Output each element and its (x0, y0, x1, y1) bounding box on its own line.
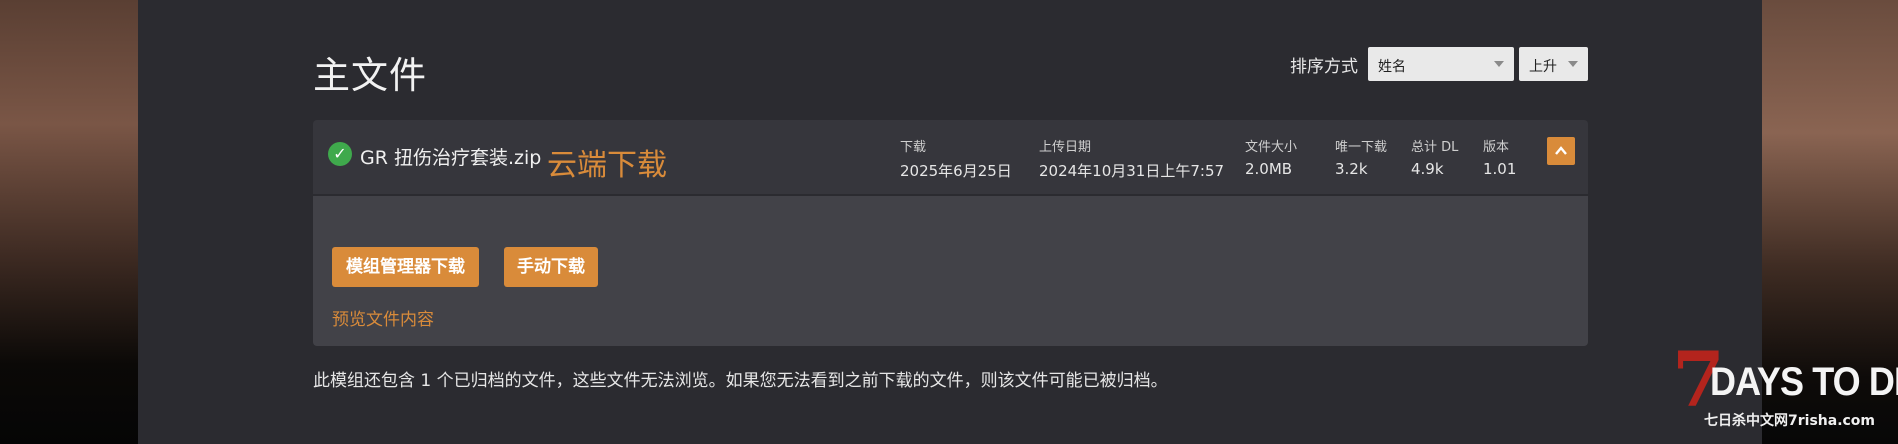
sort-order-select[interactable]: 上升 (1519, 47, 1588, 81)
meta-uploaded: 上传日期 2024年10月31日上午7:57 (1039, 136, 1224, 181)
meta-value: 1.01 (1483, 160, 1517, 178)
archived-files-note: 此模组还包含 1 个已归档的文件，这些文件无法浏览。如果您无法看到之前下载的文件… (313, 371, 1168, 391)
preview-file-contents-link[interactable]: 预览文件内容 (332, 305, 434, 330)
caret-down-icon (1494, 61, 1504, 67)
caret-down-icon (1568, 61, 1578, 67)
meta-label: 版本 (1483, 140, 1510, 155)
check-circle-icon: ✓ (328, 142, 352, 166)
chevron-up-icon (1555, 146, 1567, 155)
background-left-art (0, 0, 138, 444)
watermark-days-to-die: DAYS TO DIE (1710, 360, 1898, 404)
manual-download-button[interactable]: 手动下载 (504, 247, 598, 287)
meta-version: 版本 1.01 (1483, 136, 1516, 178)
page-title: 主文件 (313, 54, 427, 97)
meta-label: 总计 DL (1411, 140, 1459, 155)
watermark-site-name: 七日杀中文网7risha.com (1704, 413, 1876, 429)
meta-downloaded: 下载 2025年6月25日 (900, 136, 1012, 181)
meta-value: 2.0MB (1245, 160, 1293, 178)
meta-size: 文件大小 2.0MB (1245, 136, 1297, 178)
meta-value: 3.2k (1335, 160, 1368, 178)
mod-manager-download-button[interactable]: 模组管理器下载 (332, 247, 479, 287)
site-watermark-logo: 7 DAYS TO DIE 七日杀中文网7risha.com (1672, 342, 1898, 432)
sort-by-value: 姓名 (1378, 59, 1406, 75)
file-name[interactable]: GR 扭伤治疗套装.zip (360, 143, 541, 170)
sort-label: 排序方式 (1290, 57, 1358, 77)
meta-value: 2024年10月31日上午7:57 (1039, 162, 1225, 180)
sort-order-value: 上升 (1529, 59, 1557, 75)
meta-unique-downloads: 唯一下载 3.2k (1335, 136, 1387, 178)
meta-value: 4.9k (1411, 160, 1444, 178)
sort-by-select[interactable]: 姓名 (1368, 47, 1514, 81)
meta-label: 上传日期 (1039, 140, 1092, 155)
meta-label: 下载 (900, 140, 927, 155)
meta-label: 文件大小 (1245, 140, 1298, 155)
meta-label: 唯一下载 (1335, 140, 1388, 155)
cloud-download-link[interactable]: 云端下载 (547, 140, 667, 184)
meta-value: 2025年6月25日 (900, 162, 1012, 180)
collapse-button[interactable] (1547, 137, 1575, 165)
meta-total-downloads: 总计 DL 4.9k (1411, 136, 1458, 178)
